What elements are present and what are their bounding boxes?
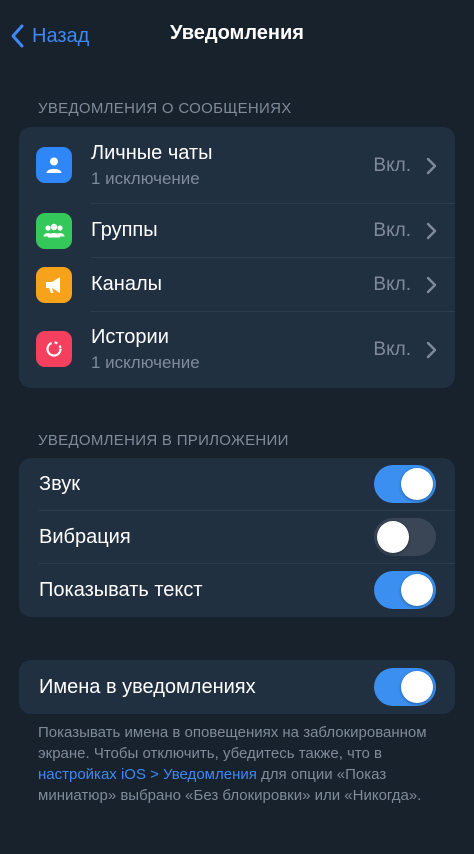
names-in-notifications-card: Имена в уведомлениях [19, 660, 455, 714]
row-title: Группы [91, 219, 158, 241]
footer-text: Показывать имена в оповещениях на заблок… [38, 724, 427, 762]
stories-icon [36, 331, 72, 367]
row-value: Вкл. [373, 339, 411, 360]
row-title: Истории [91, 326, 169, 348]
navigation-bar: Назад Уведомления [0, 0, 474, 72]
row-channels[interactable]: Каналы Вкл. [19, 258, 455, 312]
row-sound: Звук [19, 458, 455, 511]
section-header-message-notifications: УВЕДОМЛЕНИЯ О СООБЩЕНИЯХ [38, 100, 292, 117]
chevron-right-icon [426, 157, 437, 175]
row-show-text: Показывать текст [19, 564, 455, 617]
chevron-right-icon [426, 222, 437, 240]
chevron-right-icon [426, 276, 437, 294]
row-value: Вкл. [373, 220, 411, 241]
ios-settings-link[interactable]: настройках iOS > Уведомления [38, 766, 257, 783]
toggle-knob [401, 468, 433, 500]
row-private-chats[interactable]: Личные чаты 1 исключение Вкл. [19, 127, 455, 204]
page-title: Уведомления [170, 22, 304, 44]
row-value: Вкл. [373, 155, 411, 176]
toggle-knob [401, 574, 433, 606]
row-groups[interactable]: Группы Вкл. [19, 204, 455, 258]
names-toggle[interactable] [374, 668, 436, 706]
row-vibration: Вибрация [19, 511, 455, 564]
row-subtitle: 1 исключение [91, 353, 200, 372]
chevron-right-icon [426, 341, 437, 359]
megaphone-icon [36, 267, 72, 303]
row-subtitle: 1 исключение [91, 169, 200, 188]
message-notifications-card: Личные чаты 1 исключение Вкл. Группы Вкл… [19, 127, 455, 388]
toggle-label: Вибрация [39, 526, 131, 548]
row-title: Личные чаты [91, 142, 213, 164]
vibration-toggle[interactable] [374, 518, 436, 556]
toggle-label: Показывать текст [39, 579, 203, 601]
row-stories[interactable]: Истории 1 исключение Вкл. [19, 312, 455, 388]
in-app-notifications-card: Звук Вибрация Показывать текст [19, 458, 455, 617]
row-value: Вкл. [373, 274, 411, 295]
person-icon [36, 147, 72, 183]
toggle-label: Звук [39, 473, 81, 495]
footer-note: Показывать имена в оповещениях на заблок… [38, 722, 438, 806]
row-names-in-notifications: Имена в уведомлениях [19, 660, 455, 714]
toggle-knob [401, 671, 433, 703]
group-icon [36, 213, 72, 249]
toggle-knob [377, 521, 409, 553]
show-text-toggle[interactable] [374, 571, 436, 609]
row-title: Каналы [91, 273, 162, 295]
toggle-label: Имена в уведомлениях [39, 676, 256, 698]
section-header-in-app: УВЕДОМЛЕНИЯ В ПРИЛОЖЕНИИ [38, 432, 289, 449]
sound-toggle[interactable] [374, 465, 436, 503]
